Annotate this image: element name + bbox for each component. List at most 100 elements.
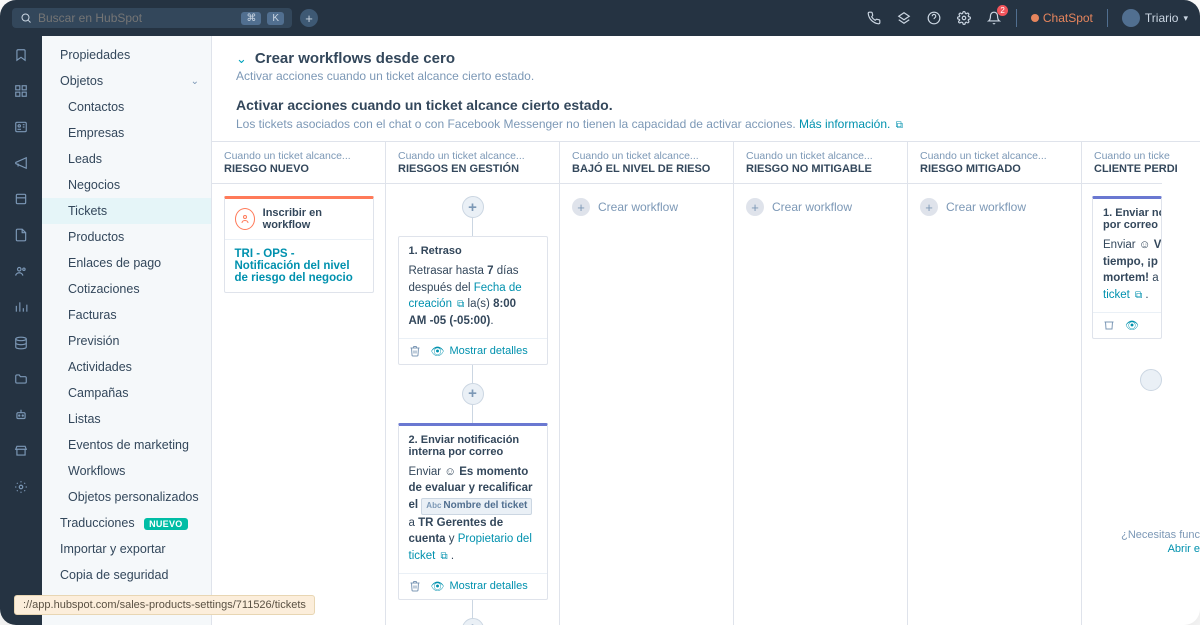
column-title: CLIENTE PERDI xyxy=(1094,163,1150,175)
icon-rail xyxy=(0,36,42,625)
notifications-icon[interactable]: 2 xyxy=(986,10,1002,26)
section-title: Activar acciones cuando un ticket alcanc… xyxy=(236,97,1176,113)
help-icon[interactable] xyxy=(926,10,942,26)
sidebar-item-cotizaciones[interactable]: Cotizaciones xyxy=(42,276,211,302)
users-icon[interactable] xyxy=(12,262,30,280)
column-bajo-nivel: Cuando un ticket alcance... BAJÓ EL NIVE… xyxy=(560,142,734,625)
sidebar-item-enlaces-pago[interactable]: Enlaces de pago xyxy=(42,250,211,276)
desc-text: Los tickets asociados con el chat o con … xyxy=(236,117,799,131)
account-menu[interactable]: Triario ▾ xyxy=(1122,9,1188,27)
sidebar-item-tickets[interactable]: Tickets xyxy=(42,198,211,224)
delay-card[interactable]: 1. Retraso Retrasar hasta 7 días después… xyxy=(398,236,548,365)
sidebar-item-workflows[interactable]: Workflows xyxy=(42,458,211,484)
collapse-toggle-icon[interactable]: ⌄ xyxy=(236,51,247,67)
sidebar-item-prevision[interactable]: Previsión xyxy=(42,328,211,354)
delete-step-button[interactable] xyxy=(1103,319,1115,331)
create-workflow-button[interactable]: + Crear workflow xyxy=(570,196,723,216)
sidebar-item-copia[interactable]: Copia de seguridad xyxy=(42,562,211,588)
topbar: ⌘ K + 2 ChatSpot Triario ▾ xyxy=(0,0,1200,36)
workflow-columns: Cuando un ticket alcance... RIESGO NUEVO… xyxy=(212,141,1200,625)
sidebar-item-contactos[interactable]: Contactos xyxy=(42,94,211,120)
sidebar-item-listas[interactable]: Listas xyxy=(42,406,211,432)
learn-more-link[interactable]: Más información. ⧉ xyxy=(799,117,903,131)
contact-icon[interactable] xyxy=(12,118,30,136)
show-details-label: Mostrar detalles xyxy=(449,580,527,592)
sidebar-item-negocios[interactable]: Negocios xyxy=(42,172,211,198)
database-icon[interactable] xyxy=(12,334,30,352)
delete-step-button[interactable] xyxy=(409,345,421,357)
document-icon[interactable] xyxy=(12,226,30,244)
workflow-link[interactable]: TRI - OPS - Notificación del nivel de ri… xyxy=(235,248,353,284)
connector xyxy=(472,600,473,618)
column-header: Cuando un ticke CLIENTE PERDI xyxy=(1082,142,1162,184)
add-step-button[interactable]: + xyxy=(462,383,484,405)
marketplace-icon[interactable] xyxy=(896,10,912,26)
column-pre: Cuando un ticket alcance... xyxy=(920,150,1069,162)
megaphone-icon[interactable] xyxy=(12,154,30,172)
card-title: 1. Enviar nopor correo xyxy=(1103,207,1151,231)
show-details-button[interactable]: 👁 Mostrar detalles xyxy=(431,580,528,593)
mail-card-partial[interactable]: 1. Enviar nopor correo Enviar ☺ V tiempo… xyxy=(1092,196,1162,339)
sidebar-item-traducciones[interactable]: Traducciones NUEVO xyxy=(42,510,211,536)
global-search[interactable]: ⌘ K xyxy=(12,8,292,28)
add-step-button[interactable]: + xyxy=(462,196,484,218)
settings-icon[interactable] xyxy=(956,10,972,26)
show-details-button[interactable]: 👁 xyxy=(1125,319,1139,332)
sidebar-item-actividades[interactable]: Actividades xyxy=(42,354,211,380)
column-no-mitigable: Cuando un ticket alcance... RIESGO NO MI… xyxy=(734,142,908,625)
column-title: RIESGO NO MITIGABLE xyxy=(746,163,895,175)
column-header: Cuando un ticket alcance... RIESGO NO MI… xyxy=(734,142,907,184)
footer-open-link[interactable]: Abrir e xyxy=(1121,543,1200,555)
layers-icon[interactable] xyxy=(12,190,30,208)
grid-icon[interactable] xyxy=(12,82,30,100)
quick-create-button[interactable]: + xyxy=(300,9,318,27)
column-header: Cuando un ticket alcance... BAJÓ EL NIVE… xyxy=(560,142,733,184)
kbd-cmd: ⌘ xyxy=(241,12,261,25)
sidebar-group-objetos[interactable]: Objetos ⌄ xyxy=(42,68,211,94)
gear-icon[interactable] xyxy=(12,478,30,496)
column-pre: Cuando un ticket alcance... xyxy=(224,150,373,162)
sidebar-item-campanas[interactable]: Campañas xyxy=(42,380,211,406)
chevron-down-icon: ▾ xyxy=(1183,13,1188,24)
chatspot-button[interactable]: ChatSpot xyxy=(1031,11,1093,25)
column-pre: Cuando un ticket alcance... xyxy=(572,150,721,162)
connector xyxy=(472,405,473,423)
show-details-label: Mostrar detalles xyxy=(449,345,527,357)
create-workflow-button[interactable]: + Crear workflow xyxy=(744,196,897,216)
plus-icon: + xyxy=(572,198,590,216)
column-header: Cuando un ticket alcance... RIESGO NUEVO xyxy=(212,142,385,184)
bookmark-icon[interactable] xyxy=(12,46,30,64)
column-title: RIESGO MITIGADO xyxy=(920,163,1069,175)
add-step-button[interactable]: + xyxy=(462,618,484,625)
sidebar-item-empresas[interactable]: Empresas xyxy=(42,120,211,146)
enroll-card[interactable]: Inscribir en workflow TRI - OPS - Notifi… xyxy=(224,196,374,293)
sidebar-item-leads[interactable]: Leads xyxy=(42,146,211,172)
sidebar-item-facturas[interactable]: Facturas xyxy=(42,302,211,328)
notif-badge: 2 xyxy=(997,5,1007,16)
phone-icon[interactable] xyxy=(866,10,882,26)
sidebar-item-objetos-pers[interactable]: Objetos personalizados xyxy=(42,484,211,510)
notification-card[interactable]: 2. Enviar notificación interna por corre… xyxy=(398,423,548,600)
page-header: ⌄ Crear workflows desde cero Activar acc… xyxy=(212,36,1200,141)
folder-icon[interactable] xyxy=(12,370,30,388)
card-text: Retrasar hasta 7 días después del Fecha … xyxy=(409,263,537,330)
sidebar-item-productos[interactable]: Productos xyxy=(42,224,211,250)
sidebar-item-importar[interactable]: Importar y exportar xyxy=(42,536,211,562)
add-step-button[interactable] xyxy=(1140,369,1162,391)
card-title: 2. Enviar notificación interna por corre… xyxy=(409,434,537,458)
sidebar-item-eventos[interactable]: Eventos de marketing xyxy=(42,432,211,458)
show-details-button[interactable]: 👁 Mostrar detalles xyxy=(431,345,528,358)
ticket-link[interactable]: ticket ⧉ xyxy=(1103,289,1142,301)
store-icon[interactable] xyxy=(12,442,30,460)
create-workflow-label: Crear workflow xyxy=(946,200,1026,214)
chart-icon[interactable] xyxy=(12,298,30,316)
sidebar-item-propiedades[interactable]: Propiedades xyxy=(42,42,211,68)
ticket-name-token: AbcNombre del ticket xyxy=(421,498,532,515)
column-pre: Cuando un ticke xyxy=(1094,150,1150,162)
create-workflow-button[interactable]: + Crear workflow xyxy=(918,196,1071,216)
top-right-icons: 2 ChatSpot Triario ▾ xyxy=(866,9,1188,27)
search-input[interactable] xyxy=(38,11,235,25)
connector xyxy=(472,218,473,236)
robot-icon[interactable] xyxy=(12,406,30,424)
delete-step-button[interactable] xyxy=(409,580,421,592)
